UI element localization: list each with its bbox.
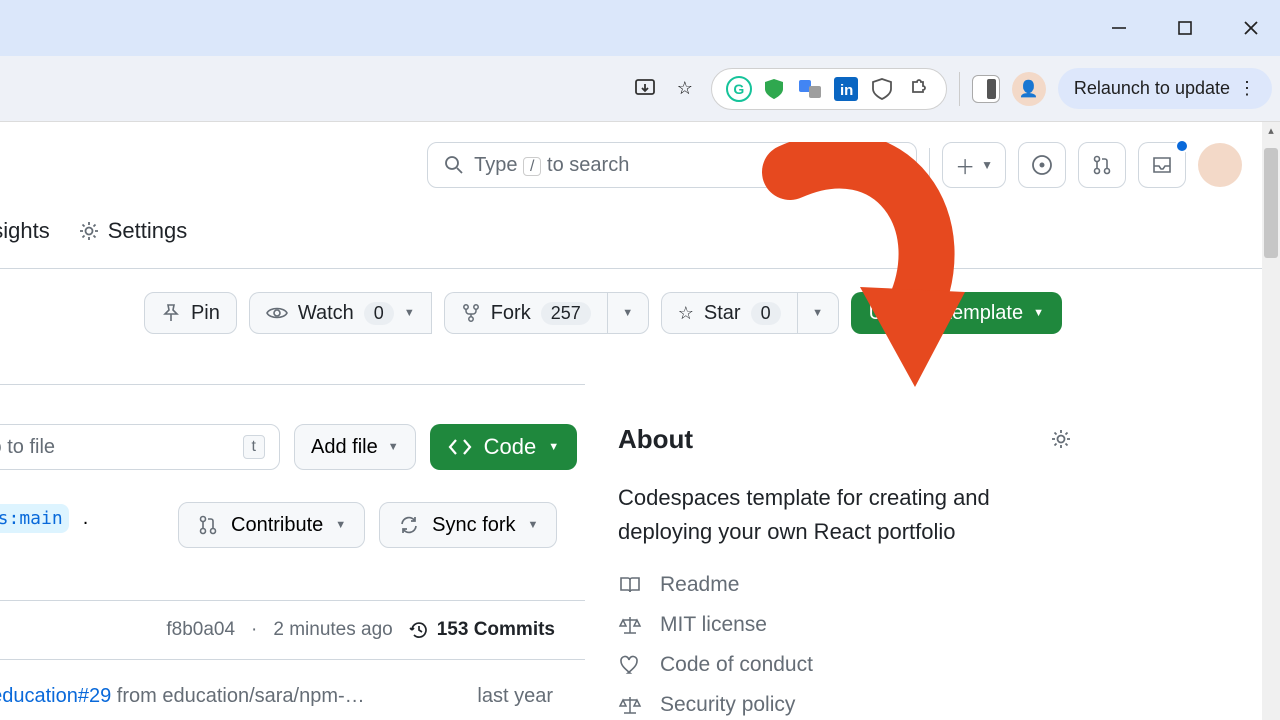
github-page: Type / to search ＋▼ nsights Settings Pin… [0, 122, 1262, 720]
minimize-button[interactable] [1100, 9, 1138, 47]
grammarly-icon[interactable]: G [726, 76, 752, 102]
contribute-button[interactable]: Contribute▼ [178, 502, 365, 548]
watch-button[interactable]: Watch0▼ [249, 292, 432, 334]
fork-button[interactable]: Fork257 [444, 292, 607, 334]
linkedin-icon[interactable]: in [832, 75, 860, 103]
circle-dot-icon [1031, 154, 1053, 176]
extensions-group: G in [711, 68, 947, 110]
pin-button[interactable]: Pin [144, 292, 237, 334]
pull-requests-button[interactable] [1078, 142, 1126, 188]
caret-down-icon: ▼ [981, 158, 993, 172]
fork-count: 257 [541, 302, 591, 325]
use-template-button[interactable]: Use this template▼ [851, 292, 1062, 334]
watch-count: 0 [364, 302, 394, 325]
file-controls: Go to file t Add file▼ Code▼ [0, 424, 577, 470]
eye-icon [266, 304, 288, 322]
law-icon [618, 614, 642, 636]
fork-dropdown[interactable]: ▼ [607, 292, 649, 334]
commit-summary: f8b0a04 · 2 minutes ago 153 Commits [0, 600, 585, 660]
window-titlebar [0, 0, 1280, 56]
extensions-puzzle-icon[interactable] [904, 75, 932, 103]
go-to-file-placeholder: Go to file [0, 436, 55, 459]
about-heading: About [618, 424, 1072, 455]
about-description: Codespaces template for creating and dep… [618, 481, 1072, 549]
tab-settings[interactable]: Settings [78, 218, 188, 244]
code-of-conduct-link[interactable]: Code of conduct [618, 653, 1072, 677]
repo-nav-tabs: nsights Settings [0, 218, 187, 244]
search-input[interactable]: Type / to search [427, 142, 917, 188]
kebab-icon: ⋮ [1238, 78, 1256, 99]
profile-avatar-icon[interactable]: 👤 [1012, 72, 1046, 106]
privacy-shield-icon[interactable] [868, 75, 896, 103]
star-button[interactable]: ☆Star0 [661, 292, 797, 334]
vertical-scrollbar[interactable]: ▴ [1262, 122, 1280, 720]
readme-link[interactable]: Readme [618, 573, 1072, 597]
inbox-icon [1151, 154, 1173, 176]
code-button[interactable]: Code▼ [430, 424, 577, 470]
notification-dot-icon [1175, 139, 1189, 153]
star-icon: ☆ [678, 303, 694, 324]
maximize-button[interactable] [1166, 9, 1204, 47]
search-icon [444, 155, 464, 175]
gear-icon [1050, 428, 1072, 450]
issues-button[interactable] [1018, 142, 1066, 188]
star-count: 0 [751, 302, 781, 325]
sync-fork-button[interactable]: Sync fork▼ [379, 502, 557, 548]
notifications-button[interactable] [1138, 142, 1186, 188]
branch-info: -js:main . [0, 504, 88, 533]
relaunch-button[interactable]: Relaunch to update ⋮ [1058, 68, 1272, 109]
shield-green-icon[interactable] [760, 75, 788, 103]
history-icon [409, 620, 429, 640]
search-placeholder: Type / to search [474, 154, 629, 177]
svg-text:in: in [840, 82, 853, 99]
user-avatar[interactable] [1198, 143, 1242, 187]
create-new-button[interactable]: ＋▼ [942, 142, 1006, 188]
add-file-button[interactable]: Add file▼ [294, 424, 416, 470]
fork-icon [461, 303, 481, 323]
pin-icon [161, 303, 181, 323]
sync-icon [398, 514, 420, 536]
commit-sha[interactable]: f8b0a04 [166, 619, 235, 641]
go-to-file-key: t [243, 435, 265, 459]
relaunch-label: Relaunch to update [1074, 78, 1230, 99]
book-icon [618, 574, 642, 596]
plus-icon: ＋ [955, 151, 975, 180]
file-updated: last year [477, 685, 553, 708]
about-settings-button[interactable] [1050, 428, 1072, 450]
gear-icon [78, 220, 100, 242]
bookmark-star-icon[interactable]: ☆ [671, 75, 699, 103]
security-link[interactable]: Security policy [618, 693, 1072, 717]
commits-link[interactable]: 153 Commits [409, 619, 555, 641]
side-panel-icon[interactable] [972, 75, 1000, 103]
about-panel: About Codespaces template for creating a… [618, 424, 1072, 720]
git-pull-request-icon [1091, 154, 1113, 176]
translate-icon[interactable] [796, 75, 824, 103]
commit-time: 2 minutes ago [273, 619, 392, 641]
star-dropdown[interactable]: ▼ [797, 292, 839, 334]
close-button[interactable] [1232, 9, 1270, 47]
repo-action-bar: Pin Watch0▼ Fork257 ▼ ☆Star0 ▼ Use this … [144, 292, 1062, 334]
upstream-branch-chip[interactable]: -js:main [0, 504, 69, 533]
git-pull-request-icon [197, 514, 219, 536]
latest-commit-row[interactable]: st education#29 from education/sara/npm-… [0, 670, 585, 720]
tab-insights[interactable]: nsights [0, 218, 50, 244]
browser-toolbar: ☆ G in 👤 Relaunch to update ⋮ [0, 56, 1280, 122]
header-controls: Type / to search ＋▼ [0, 142, 1262, 188]
code-icon [448, 437, 472, 457]
scrollbar-thumb[interactable] [1264, 148, 1278, 258]
pr-link[interactable]: education#29 [0, 685, 111, 707]
heart-hands-icon [618, 654, 642, 676]
license-link[interactable]: MIT license [618, 613, 1072, 637]
install-app-icon[interactable] [631, 75, 659, 103]
caret-down-icon: ▼ [1033, 307, 1044, 319]
go-to-file-input[interactable]: Go to file t [0, 424, 280, 470]
law-icon [618, 694, 642, 716]
